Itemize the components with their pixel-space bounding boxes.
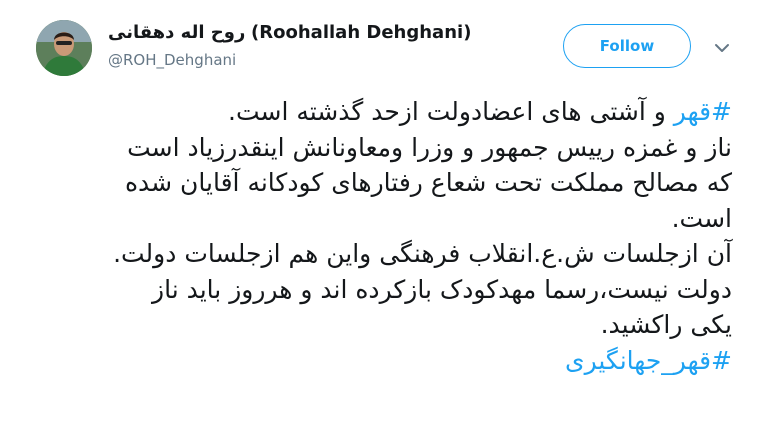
- tweet-line: که مصالح مملکت تحت شعاع رفتارهای کودکانه…: [124, 168, 732, 197]
- avatar[interactable]: [36, 20, 92, 76]
- user-handle[interactable]: @ROH_Dehghani: [108, 50, 236, 70]
- tweet-line: آن ازجلسات ش.ع.انقلاب فرهنگی واین هم ازج…: [113, 239, 732, 268]
- tweet-line: #قهر و آشتی های اعضادولت ازحد گذشته است.: [36, 94, 732, 130]
- hashtag-link[interactable]: #قهر: [674, 97, 732, 126]
- chevron-down-icon[interactable]: [712, 38, 732, 58]
- hashtag-link[interactable]: #قهر_جهانگیری: [36, 343, 732, 379]
- tweet-text: #قهر و آشتی های اعضادولت ازحد گذشته است.…: [36, 94, 732, 378]
- display-name-fa: روح اله دهقانی: [108, 22, 246, 43]
- tweet-line: ناز و غمزه رییس جمهور و وزرا ومعاونانش ا…: [127, 132, 732, 162]
- display-name-en: (Roohallah Dehghani): [251, 22, 472, 43]
- follow-button[interactable]: Follow: [563, 24, 691, 68]
- avatar-image: [36, 20, 92, 76]
- tweet-line: است.: [671, 203, 732, 233]
- tweet-line: یکی راکشید.: [600, 310, 732, 339]
- tweet-text-segment: و آشتی های اعضادولت ازحد گذشته است.: [228, 97, 674, 126]
- tweet-line: دولت نیست،رسما مهدکودک بازکرده اند و هرر…: [152, 274, 732, 304]
- user-name[interactable]: روح اله دهقانی (Roohallah Dehghani): [108, 20, 471, 46]
